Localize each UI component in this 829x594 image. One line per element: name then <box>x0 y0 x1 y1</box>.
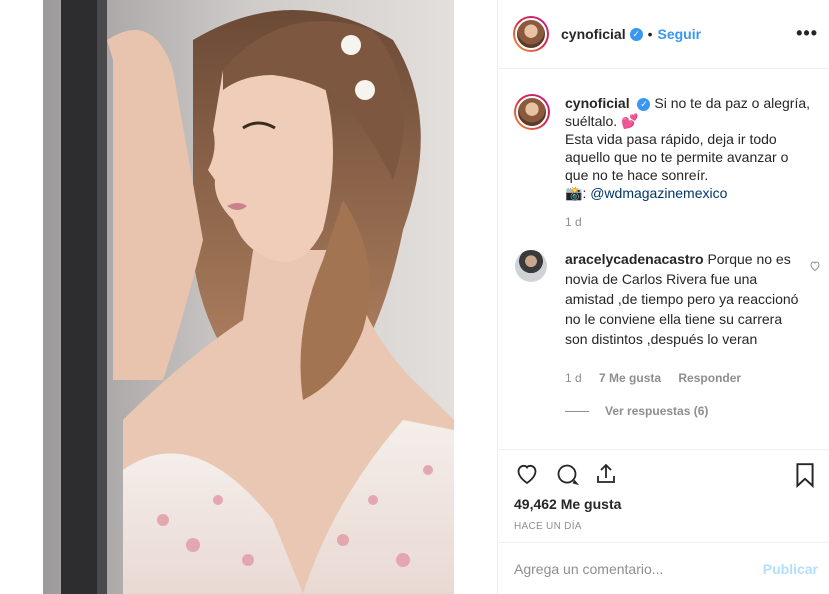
verified-badge-icon: ✓ <box>637 97 651 111</box>
caption-username[interactable]: cynoficial <box>565 95 630 111</box>
comment: aracelycadenacastro Porque no es novia d… <box>565 249 805 349</box>
caption-line2: Esta vida pasa rápido, deja ir todo aque… <box>565 131 789 183</box>
comment-like-heart-icon[interactable] <box>809 260 821 272</box>
comment-avatar[interactable] <box>515 250 547 282</box>
caption-avatar[interactable] <box>514 94 550 130</box>
heart-icon[interactable] <box>514 462 540 486</box>
comment-input[interactable] <box>514 560 763 577</box>
add-comment-bar: Publicar <box>498 542 829 594</box>
likes-count[interactable]: 49,462 Me gusta <box>514 496 621 512</box>
post-photo[interactable] <box>43 0 454 594</box>
comment-likes[interactable]: 7 Me gusta <box>599 371 661 385</box>
replies-line <box>565 410 589 412</box>
comment-meta: 1 d 7 Me gusta Responder <box>565 371 755 385</box>
follow-button[interactable]: Seguir <box>658 26 702 42</box>
camera-emoji: 📸 <box>565 185 583 201</box>
header-username[interactable]: cynoficial <box>561 26 626 42</box>
caption: cynoficial ✓ Si no te da paz o alegría, … <box>565 94 815 202</box>
post-time[interactable]: HACE UN DÍA <box>514 521 582 532</box>
view-replies-label: Ver respuestas (6) <box>605 404 709 418</box>
caption-meta: 1 d <box>565 215 596 229</box>
bookmark-icon[interactable] <box>794 462 816 488</box>
reply-button[interactable]: Responder <box>678 371 741 385</box>
share-icon[interactable] <box>594 462 618 486</box>
comment-time[interactable]: 1 d <box>565 371 582 385</box>
post-actions: 49,462 Me gusta HACE UN DÍA <box>498 449 829 541</box>
publish-button[interactable]: Publicar <box>763 561 818 577</box>
view-replies-button[interactable]: Ver respuestas (6) <box>565 404 708 418</box>
comments-list[interactable]: cynoficial ✓ Si no te da paz o alegría, … <box>498 70 829 448</box>
post-sidebar: cynoficial ✓ • Seguir ••• cynoficial ✓ S… <box>497 0 829 594</box>
avatar[interactable] <box>513 16 549 52</box>
verified-badge-icon: ✓ <box>629 27 643 41</box>
post-header: cynoficial ✓ • Seguir ••• <box>498 0 829 69</box>
comment-icon[interactable] <box>554 462 580 486</box>
credit-mention-link[interactable]: @wdmagazinemexico <box>590 185 727 201</box>
hearts-emoji: 💕 <box>621 113 639 129</box>
caption-time[interactable]: 1 d <box>565 215 582 229</box>
comment-username[interactable]: aracelycadenacastro <box>565 251 704 267</box>
more-horizontal-icon[interactable]: ••• <box>796 24 818 42</box>
separator-dot: • <box>647 26 653 42</box>
